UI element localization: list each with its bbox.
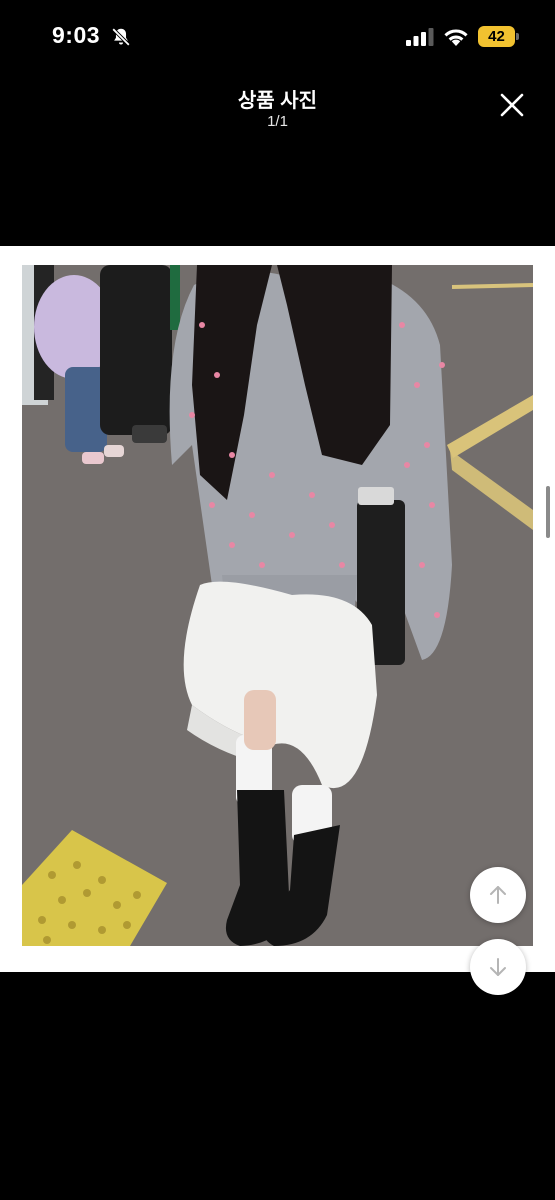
status-bar: 9:03 42 bbox=[0, 0, 555, 70]
status-time: 9:03 bbox=[52, 22, 101, 48]
viewer-header: 상품 사진 1/1 bbox=[0, 70, 555, 246]
close-icon[interactable] bbox=[493, 86, 531, 124]
scrollbar-thumb[interactable] bbox=[546, 486, 550, 538]
bell-slash-icon bbox=[111, 27, 131, 47]
battery-icon: 42 bbox=[478, 26, 520, 47]
arrow-up-icon bbox=[490, 886, 506, 904]
scroll-up-button[interactable] bbox=[470, 867, 526, 923]
photo-viewer bbox=[0, 246, 555, 995]
wifi-icon bbox=[444, 29, 468, 46]
scroll-down-button[interactable] bbox=[470, 939, 526, 995]
arrow-down-icon bbox=[490, 958, 506, 976]
battery-nub bbox=[516, 33, 519, 40]
page-title: 상품 사진 bbox=[237, 90, 318, 112]
battery-level: 42 bbox=[478, 26, 515, 47]
cellular-signal-icon bbox=[406, 28, 434, 46]
product-photo[interactable] bbox=[22, 265, 533, 946]
photo-counter: 1/1 bbox=[267, 113, 288, 130]
